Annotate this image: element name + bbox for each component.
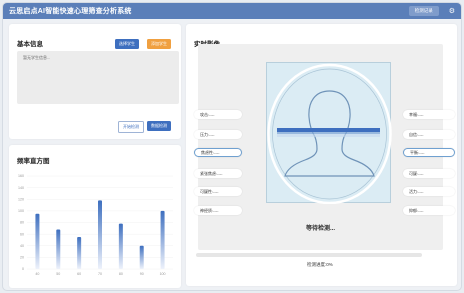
metric-value: ---- <box>213 208 219 213</box>
histogram-y-ticks: 0 20 40 60 80 100 120 140 160 <box>18 174 24 271</box>
metric-pill-aggression: 攻击: ---- <box>194 110 242 119</box>
y-tick-label: 140 <box>18 186 24 190</box>
student-info-placeholder: 暂无学生信息... <box>23 55 51 60</box>
x-tick-label: 50 <box>56 272 60 276</box>
basic-info-panel: 基本信息 选择学生 添加学生 暂无学生信息... 开始检测 数据检测 <box>9 24 181 139</box>
y-tick-label: 100 <box>18 209 24 213</box>
metric-label: 平衡: <box>410 149 420 155</box>
histogram-bar <box>56 229 61 269</box>
metric-value: ---- <box>418 208 424 213</box>
metric-value: ---- <box>217 171 223 176</box>
y-tick-label: 160 <box>18 174 24 178</box>
metric-label: 抑郁: <box>409 207 419 213</box>
video-panel: 实时影像 攻击:---- 压力:---- 焦虑性:---- <box>186 24 457 286</box>
metric-label: 幸福: <box>409 111 419 117</box>
start-detect-button[interactable]: 开始检测 <box>118 121 144 133</box>
add-student-button[interactable]: 添加学生 <box>147 39 171 49</box>
metric-pill-balance: 平衡: ---- <box>403 148 455 157</box>
student-info-box: 暂无学生信息... <box>17 51 179 104</box>
metric-label: 焦虑性: <box>201 149 215 155</box>
metric-pill-anxiety: 焦虑性: ---- <box>194 148 242 157</box>
histogram-x-ticks: 40 50 60 70 80 90 100 <box>35 272 165 276</box>
histogram-bar <box>118 223 123 269</box>
face-silhouette-icon <box>267 63 392 205</box>
metric-pill-happiness: 幸福: ---- <box>403 110 455 119</box>
gear-icon[interactable]: ⚙ <box>449 7 455 15</box>
metric-label: 可疑: <box>409 170 419 176</box>
histogram-chart: 0 20 40 60 80 100 120 140 160 40 50 60 70 80 90 100 <box>18 174 173 276</box>
y-tick-label: 80 <box>20 221 24 225</box>
histogram-bar <box>139 245 144 269</box>
metric-pill-tension: 紧张焦虑: ---- <box>194 169 242 178</box>
detection-status: 等待检测... <box>306 226 336 232</box>
metric-label: 压力: <box>200 131 210 137</box>
metric-value: ---- <box>418 171 424 176</box>
metric-pill-stress: 压力: ---- <box>194 130 242 139</box>
metric-label: 自信: <box>409 131 419 137</box>
video-area: 攻击: ---- 压力: ---- 焦虑性: ---- 紧张焦虑: ---- 可疑性: -… <box>194 44 455 250</box>
metric-value: ---- <box>209 132 215 137</box>
face-frame <box>266 62 392 205</box>
histogram-bar <box>98 200 102 269</box>
histogram-panel: 频率直方图 0 20 40 60 80 100 120 140 160 40 50 60 70 80 90… <box>9 145 181 288</box>
metric-label: 紧张焦虑: <box>200 170 218 176</box>
metric-pill-vitality: 活力: ---- <box>403 187 455 196</box>
metric-value: ---- <box>418 112 424 117</box>
metric-pill-neuroticism: 神经质: ---- <box>194 206 242 215</box>
x-tick-label: 100 <box>160 272 166 276</box>
progress-bar <box>196 253 422 257</box>
basic-info-title: 基本信息 <box>17 41 43 48</box>
x-tick-label: 60 <box>77 272 81 276</box>
metric-pill-confidence: 自信: ---- <box>403 130 455 139</box>
metric-value: ---- <box>209 112 215 117</box>
select-student-button[interactable]: 选择学生 <box>115 39 139 49</box>
data-detect-button[interactable]: 数据检测 <box>147 121 171 131</box>
x-tick-label: 40 <box>35 272 39 276</box>
histogram-bar <box>77 237 82 269</box>
metric-value: ---- <box>213 189 219 194</box>
y-tick-label: 60 <box>20 232 24 236</box>
metric-pill-depression: 抑郁: ---- <box>403 206 455 215</box>
metric-pill-suspicion: 可疑性: ---- <box>194 187 242 196</box>
y-tick-label: 120 <box>18 197 24 201</box>
y-tick-label: 40 <box>20 244 24 248</box>
y-tick-label: 20 <box>20 256 24 260</box>
histogram-bar <box>160 210 165 269</box>
x-tick-label: 70 <box>98 272 102 276</box>
metric-label: 攻击: <box>200 111 210 117</box>
progress-label: 检测进度:0% <box>307 262 333 267</box>
x-tick-label: 90 <box>140 272 144 276</box>
y-tick-label: 0 <box>22 267 24 271</box>
records-button[interactable]: 检测记录 <box>408 6 439 16</box>
metric-value: ---- <box>214 150 220 155</box>
metric-pill-doubt: 可疑: ---- <box>403 169 455 178</box>
x-tick-label: 80 <box>119 272 123 276</box>
metric-value: ---- <box>418 189 424 194</box>
title-bar: 云思启点AI智能快速心理筛查分析系统 检测记录 ⚙ <box>3 3 461 19</box>
app-title: 云思启点AI智能快速心理筛查分析系统 <box>9 8 132 15</box>
metric-value: ---- <box>419 150 425 155</box>
metric-label: 可疑性: <box>200 188 214 194</box>
histogram-bar <box>35 213 40 269</box>
metric-value: ---- <box>418 132 424 137</box>
metric-label: 活力: <box>409 188 419 194</box>
app-window: 云思启点AI智能快速心理筛查分析系统 检测记录 ⚙ 基本信息 选择学生 添加学生… <box>2 2 462 291</box>
metric-label: 神经质: <box>200 207 214 213</box>
